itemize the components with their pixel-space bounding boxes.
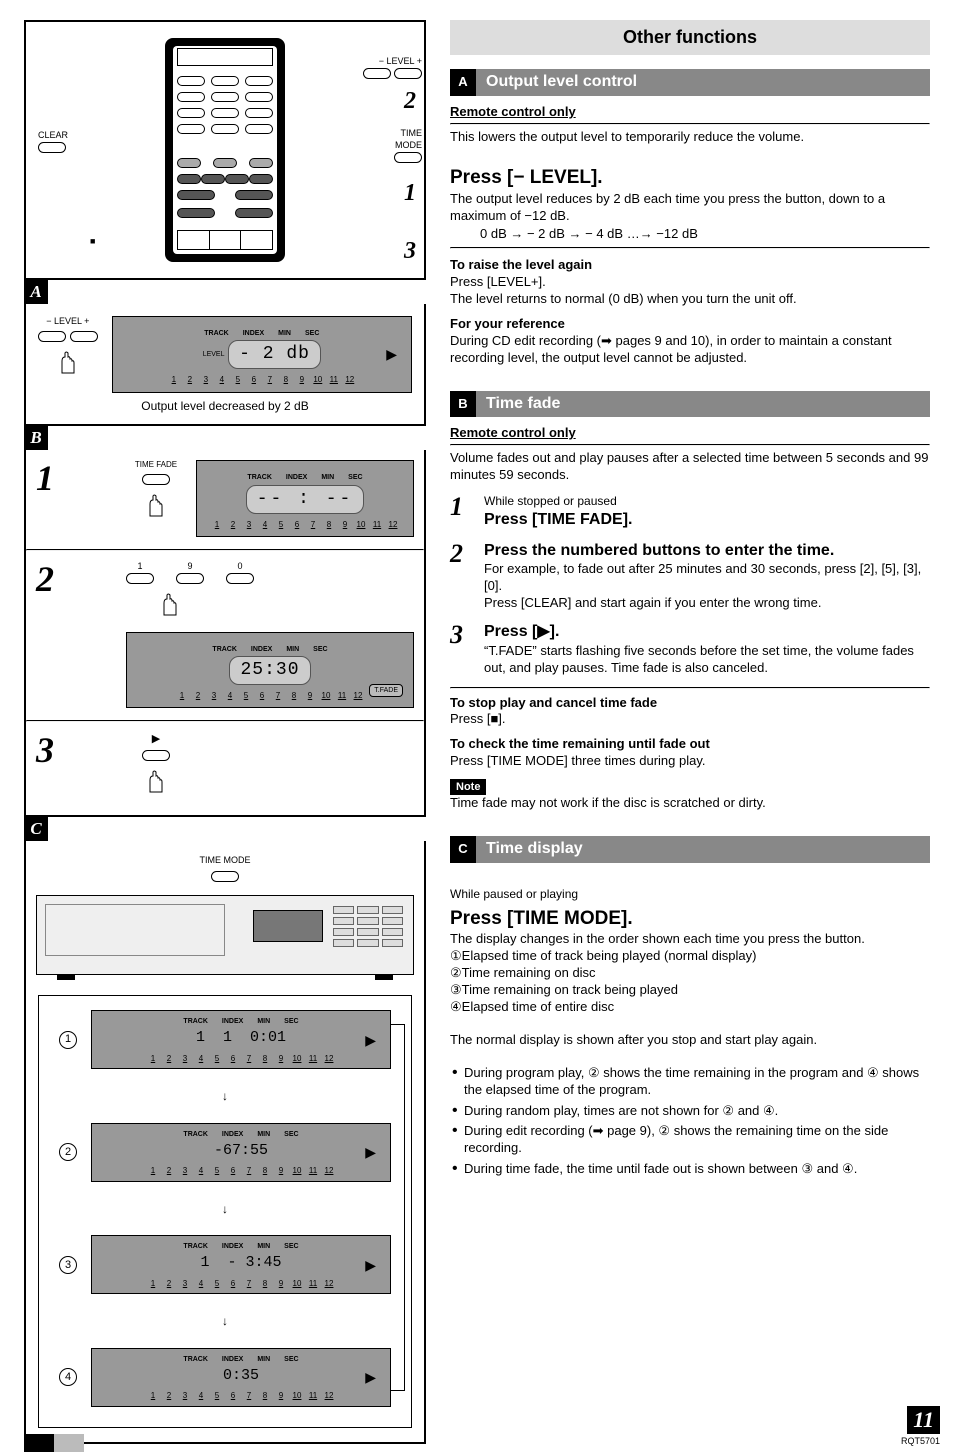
hand-icon <box>146 770 168 794</box>
callout-level: − <box>379 56 384 66</box>
left-column: − LEVEL + 2 TIME MODE CLEAR 1 3 ■ A − LE… <box>24 20 426 1444</box>
step-1: 1 While stopped or paused Press [TIME FA… <box>450 494 930 530</box>
illustration-b: 1 TIME FADE TRACKINDEXMINSEC -- : -- 123… <box>24 450 426 816</box>
caption-a: Output level decreased by 2 dB <box>38 399 412 415</box>
play-icon: ▶ <box>386 345 397 363</box>
hand-icon <box>58 351 80 375</box>
step-b2: 2 <box>36 559 54 599</box>
circ-2: 2 <box>59 1143 77 1161</box>
page-tab <box>24 1434 84 1452</box>
section-label-b: B <box>24 426 48 450</box>
notes-list: During program play, ② shows the time re… <box>450 1065 930 1178</box>
page-title: Other functions <box>450 20 930 55</box>
illustration-c: TIME MODE 1 TRACKINDEXMINSEC 110: <box>24 841 426 1444</box>
press-level-heading: Press [− LEVEL]. <box>450 166 930 191</box>
callout-clear: CLEAR <box>38 130 68 140</box>
raise-heading: To raise the level again <box>450 257 930 274</box>
page-number: 11 RQT5701 <box>901 1406 940 1448</box>
remote-illustration: − LEVEL + 2 TIME MODE CLEAR 1 3 ■ <box>24 20 426 280</box>
reference-heading: For your reference <box>450 316 930 333</box>
callout-stop: ■ <box>90 236 95 246</box>
display-items: ①Elapsed time of track being played (nor… <box>450 948 930 1016</box>
callout-timemode: TIME MODE <box>395 128 422 150</box>
step-b3: 3 <box>36 730 54 770</box>
section-label-a: A <box>24 280 48 304</box>
lcd-time: 25:30 <box>229 656 310 685</box>
heading-b: B Time fade <box>450 391 930 418</box>
step-b1: 1 <box>36 458 54 498</box>
heading-c: C Time display <box>450 836 930 863</box>
note-badge: Note <box>450 779 486 795</box>
remote-only-a: Remote control only <box>450 104 930 121</box>
heading-a: A Output level control <box>450 69 930 96</box>
hand-icon <box>146 494 168 518</box>
illustration-a: − LEVEL + TRACK INDEX MIN SEC LEVEL - 2 … <box>24 304 426 426</box>
lcd-level: - 2 db <box>228 340 321 369</box>
circ-3: 3 <box>59 1256 77 1274</box>
press-timemode-heading: Press [TIME MODE]. <box>450 907 930 932</box>
intro-a: This lowers the output level to temporar… <box>450 129 930 146</box>
circ-4: 4 <box>59 1368 77 1386</box>
cd-player-drawing <box>36 895 414 975</box>
step-2: 2 Press the numbered buttons to enter th… <box>450 541 930 612</box>
right-column: Other functions A Output level control R… <box>450 20 930 1444</box>
level-label: − LEVEL + <box>38 316 98 328</box>
step-3: 3 Press [▶]. “T.FADE” starts flashing fi… <box>450 622 930 677</box>
section-label-c: C <box>24 817 48 841</box>
circ-1: 1 <box>59 1031 77 1049</box>
display-cycle-list: 1 TRACKINDEXMINSEC 110:01 ▶ 123456789101… <box>38 995 412 1428</box>
remote-only-b: Remote control only <box>450 425 930 442</box>
hand-icon <box>160 593 182 617</box>
callout-2: 2 <box>404 88 416 114</box>
callout-3: 3 <box>404 238 416 264</box>
callout-1: 1 <box>404 180 416 206</box>
